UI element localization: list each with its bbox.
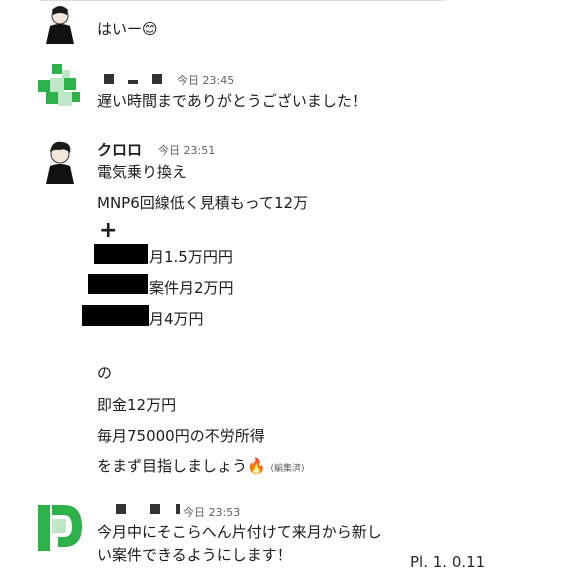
edited-label: (編集済) xyxy=(270,464,305,474)
top-divider xyxy=(40,0,445,1)
redacted-text xyxy=(82,305,149,326)
redacted-text xyxy=(88,274,148,294)
sender-name[interactable]: クロロ xyxy=(97,139,142,160)
message-line: MNP6回線低く見積もって12万 xyxy=(97,194,309,212)
redacted-name xyxy=(176,504,180,514)
message-line: 即金12万円 xyxy=(97,396,177,414)
redacted-name xyxy=(128,80,138,84)
user-avatar-icon[interactable] xyxy=(40,140,80,184)
redacted-name xyxy=(152,74,162,84)
green-pixel-avatar-icon[interactable] xyxy=(38,64,84,110)
message-line: の xyxy=(97,364,113,382)
message-line: い案件できるようにします！ xyxy=(97,546,292,564)
redacted-name xyxy=(150,504,160,514)
message-timestamp[interactable]: 今日 23:53 xyxy=(183,504,240,520)
message-line: + xyxy=(99,218,118,243)
message-line: 電気乗り換え xyxy=(97,163,188,181)
green-d-avatar-icon[interactable] xyxy=(38,505,84,555)
message-timestamp[interactable]: 今日 23:51 xyxy=(158,142,215,158)
redacted-name xyxy=(116,504,126,514)
message-line: 月1.5万円円 xyxy=(149,248,233,266)
message-line: をまず目指しましょう🔥 xyxy=(97,457,266,475)
message-text: はいー😊 xyxy=(97,20,158,38)
message-line: 月4万円 xyxy=(149,310,204,328)
redacted-name xyxy=(104,74,114,84)
message-line-last: をまず目指しましょう🔥 (編集済) xyxy=(97,455,305,476)
user-avatar-icon[interactable] xyxy=(40,6,80,44)
redacted-text xyxy=(94,244,148,264)
cutoff-text: Pl. 1. 0.11 xyxy=(410,553,486,571)
message-line: 案件月2万円 xyxy=(149,279,234,297)
message-line: 今月中にそこらへん片付けて来月から新し xyxy=(97,523,382,541)
message-text: 遅い時間までありがとうございました！ xyxy=(97,92,367,110)
message-line: 毎月75000円の不労所得 xyxy=(97,427,265,445)
message-timestamp[interactable]: 今日 23:45 xyxy=(177,72,234,88)
